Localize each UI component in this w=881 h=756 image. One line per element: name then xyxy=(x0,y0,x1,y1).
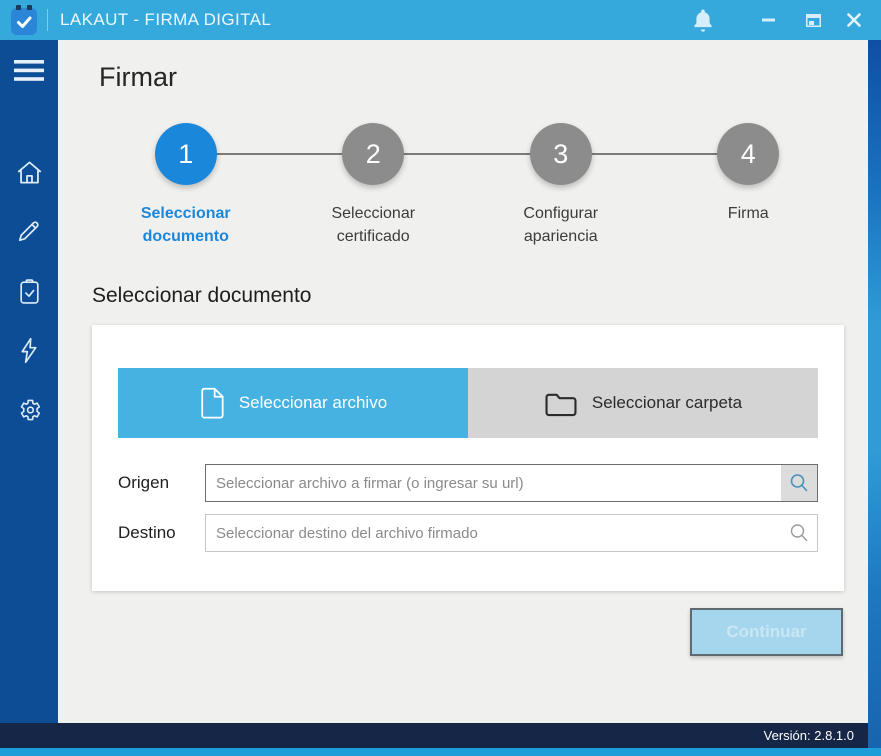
step-label: Seleccionar certificado xyxy=(331,205,416,245)
origen-label: Origen xyxy=(118,473,170,492)
titlebar: LAKAUT - FIRMA DIGITAL xyxy=(0,0,881,40)
page-title: Firmar xyxy=(99,62,177,92)
step-circle: 1 xyxy=(154,123,217,185)
destino-label: Destino xyxy=(118,523,176,542)
step-3-configurar-apariencia[interactable]: 3 Configurar apariencia xyxy=(467,123,655,248)
pencil-icon[interactable] xyxy=(0,209,58,253)
minimize-button[interactable] xyxy=(748,0,788,40)
document-card: Seleccionar archivo Seleccionar carpeta … xyxy=(92,325,844,591)
window-bottom-edge xyxy=(0,748,881,756)
folder-icon xyxy=(544,390,578,417)
tab-label: Seleccionar carpeta xyxy=(591,393,743,412)
titlebar-separator xyxy=(47,9,48,31)
close-button[interactable] xyxy=(834,0,874,40)
gear-icon[interactable] xyxy=(0,388,58,432)
lightning-icon[interactable] xyxy=(0,328,58,372)
search-icon xyxy=(788,472,810,494)
section-title: Seleccionar documento xyxy=(92,284,312,307)
bell-icon[interactable] xyxy=(691,8,715,34)
tab-seleccionar-carpeta[interactable]: Seleccionar carpeta xyxy=(468,368,818,438)
scrollbar[interactable] xyxy=(868,40,881,748)
origen-input[interactable] xyxy=(206,465,781,501)
tab-seleccionar-archivo[interactable]: Seleccionar archivo xyxy=(118,368,468,438)
continue-button[interactable]: Continuar xyxy=(690,608,843,656)
step-circle: 3 xyxy=(529,123,592,185)
step-label: Firma xyxy=(727,205,769,222)
step-label: Configurar apariencia xyxy=(523,205,599,245)
step-circle: 4 xyxy=(717,123,780,185)
file-icon xyxy=(199,387,225,419)
menu-icon[interactable] xyxy=(0,48,58,92)
app-logo-icon xyxy=(9,4,39,36)
step-2-seleccionar-certificado[interactable]: 2 Seleccionar certificado xyxy=(280,123,468,248)
step-1-seleccionar-documento[interactable]: 1 Seleccionar documento xyxy=(92,123,280,248)
clipboard-check-icon[interactable] xyxy=(0,269,58,313)
origen-field-row: Origen xyxy=(118,464,818,502)
source-type-tabs: Seleccionar archivo Seleccionar carpeta xyxy=(118,368,818,438)
app-window: LAKAUT - FIRMA DIGITAL Firmar 1 Seleccio… xyxy=(0,0,881,756)
search-icon xyxy=(788,522,810,544)
step-4-firma[interactable]: 4 Firma xyxy=(655,123,843,248)
window-title: LAKAUT - FIRMA DIGITAL xyxy=(60,10,272,29)
wizard-stepper: 1 Seleccionar documento 2 Seleccionar ce… xyxy=(92,123,842,303)
statusbar: Versión: 2.8.1.0 xyxy=(0,723,868,748)
step-label: Seleccionar documento xyxy=(140,205,231,245)
sidebar xyxy=(0,40,58,723)
origen-input-wrap xyxy=(205,464,818,502)
origen-browse-button[interactable] xyxy=(781,465,817,501)
main-content: Firmar 1 Seleccionar documento 2 Selecci… xyxy=(58,40,868,723)
version-label: Versión: 2.8.1.0 xyxy=(763,728,854,743)
maximize-button[interactable] xyxy=(793,0,833,40)
step-circle: 2 xyxy=(342,123,405,185)
tab-label: Seleccionar archivo xyxy=(238,393,388,412)
destino-input-wrap xyxy=(205,514,818,552)
destino-browse-button[interactable] xyxy=(781,515,817,551)
destino-field-row: Destino xyxy=(118,514,818,552)
home-icon[interactable] xyxy=(0,150,58,194)
destino-input[interactable] xyxy=(206,515,781,551)
